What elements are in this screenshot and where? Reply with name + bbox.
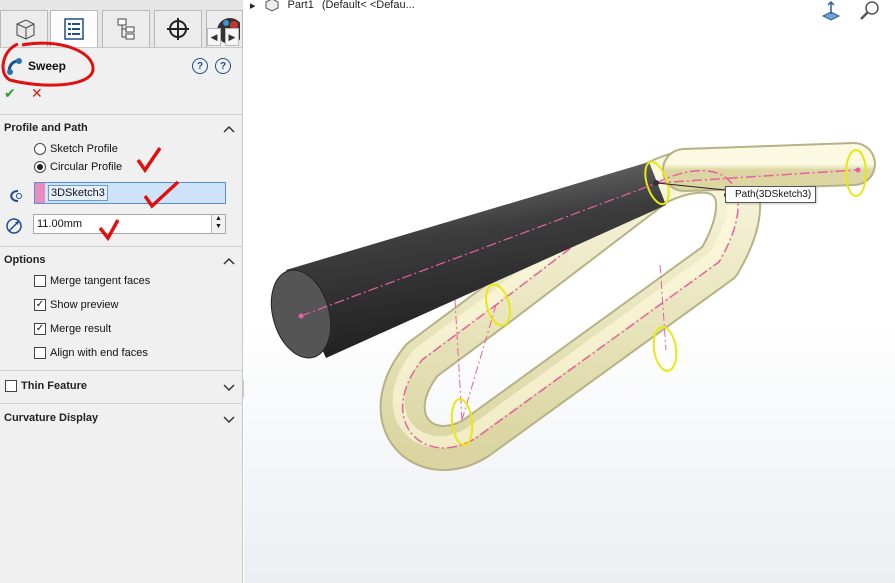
tab-dimxpert-manager[interactable] — [154, 10, 202, 47]
tab-configuration-manager[interactable] — [102, 10, 150, 47]
checkbox[interactable] — [34, 347, 46, 359]
property-manager-panel: ◀ ▶ Sweep ? ? ✔ ✕ Profile and Path Sketc… — [0, 0, 243, 583]
checkbox-merge-tangent-faces[interactable]: Merge tangent faces — [34, 275, 150, 287]
dimxpert-icon — [167, 18, 189, 40]
sweep-icon — [7, 58, 22, 75]
path-selection-value: 3DSketch3 — [48, 185, 108, 201]
checkbox-checked[interactable]: ✓ — [34, 299, 46, 311]
section-options: Options Merge tangent faces ✓ Show previ… — [0, 246, 243, 370]
configuration-manager-icon — [117, 18, 135, 40]
radio-label: Sketch Profile — [50, 143, 118, 155]
diameter-value: 11.00mm — [37, 218, 83, 230]
graphics-area[interactable]: ▸ Part1 (Default< <Defau... Path(3DSketc… — [244, 0, 895, 583]
chevron-down-icon[interactable] — [223, 382, 235, 392]
checkbox-align-with-end-faces[interactable]: Align with end faces — [34, 347, 148, 359]
chevron-down-icon[interactable] — [223, 414, 235, 424]
property-manager-icon — [64, 18, 84, 40]
section-title-curvature-display[interactable]: Curvature Display — [4, 412, 98, 424]
chevron-up-icon[interactable] — [223, 256, 235, 266]
section-title-options[interactable]: Options — [4, 254, 46, 266]
section-title-thin-feature[interactable]: Thin Feature — [21, 380, 87, 392]
path-callout-label[interactable]: Path(3DSketch3) — [725, 186, 817, 203]
radio-button[interactable] — [34, 143, 46, 155]
detailed-help-button[interactable]: ? — [215, 58, 231, 74]
path-selection-box[interactable]: 3DSketch3 — [34, 182, 226, 204]
model-view — [270, 142, 876, 471]
path-color-swatch — [35, 183, 45, 203]
part-icon — [16, 19, 35, 40]
diameter-spinner[interactable]: ▲ ▼ — [211, 215, 225, 233]
tab-property-manager[interactable] — [50, 10, 98, 47]
cancel-button[interactable]: ✕ — [31, 85, 43, 102]
radio-label: Circular Profile — [50, 161, 123, 173]
checkbox-checked[interactable]: ✓ — [34, 323, 46, 335]
radio-button-selected[interactable] — [34, 161, 46, 173]
sweep-preview-extension-fill — [664, 144, 874, 190]
diameter-input[interactable]: 11.00mm ▲ ▼ — [33, 214, 226, 234]
ok-button[interactable]: ✔ — [4, 85, 16, 102]
property-manager-header: Sweep ? ? — [0, 50, 243, 84]
tab-scroll-right[interactable]: ▶ — [225, 28, 239, 46]
panel-tab-bar: ◀ ▶ — [0, 0, 243, 48]
path-icon — [10, 190, 22, 202]
radio-sketch-profile[interactable]: Sketch Profile — [34, 143, 118, 155]
checkbox-label: Show preview — [50, 299, 119, 311]
checkbox-merge-result[interactable]: ✓ Merge result — [34, 323, 111, 335]
tab-scroll-left[interactable]: ◀ — [207, 28, 221, 46]
checkbox-show-preview[interactable]: ✓ Show preview — [34, 299, 118, 311]
feature-title: Sweep — [28, 59, 67, 73]
checkbox-label: Merge tangent faces — [50, 275, 151, 287]
section-thin-feature[interactable]: Thin Feature — [0, 370, 243, 403]
checkbox-label: Merge result — [50, 323, 112, 335]
help-button[interactable]: ? — [192, 58, 208, 74]
tab-feature-manager[interactable] — [0, 10, 48, 47]
section-curvature-display[interactable]: Curvature Display — [0, 403, 243, 435]
chevron-up-icon[interactable] — [223, 124, 235, 134]
checkbox[interactable] — [34, 275, 46, 287]
thin-feature-checkbox[interactable] — [5, 380, 17, 392]
section-title-profile-and-path[interactable]: Profile and Path — [4, 122, 88, 134]
diameter-icon — [6, 218, 22, 234]
radio-circular-profile[interactable]: Circular Profile — [34, 161, 122, 173]
checkbox-label: Align with end faces — [50, 347, 148, 359]
